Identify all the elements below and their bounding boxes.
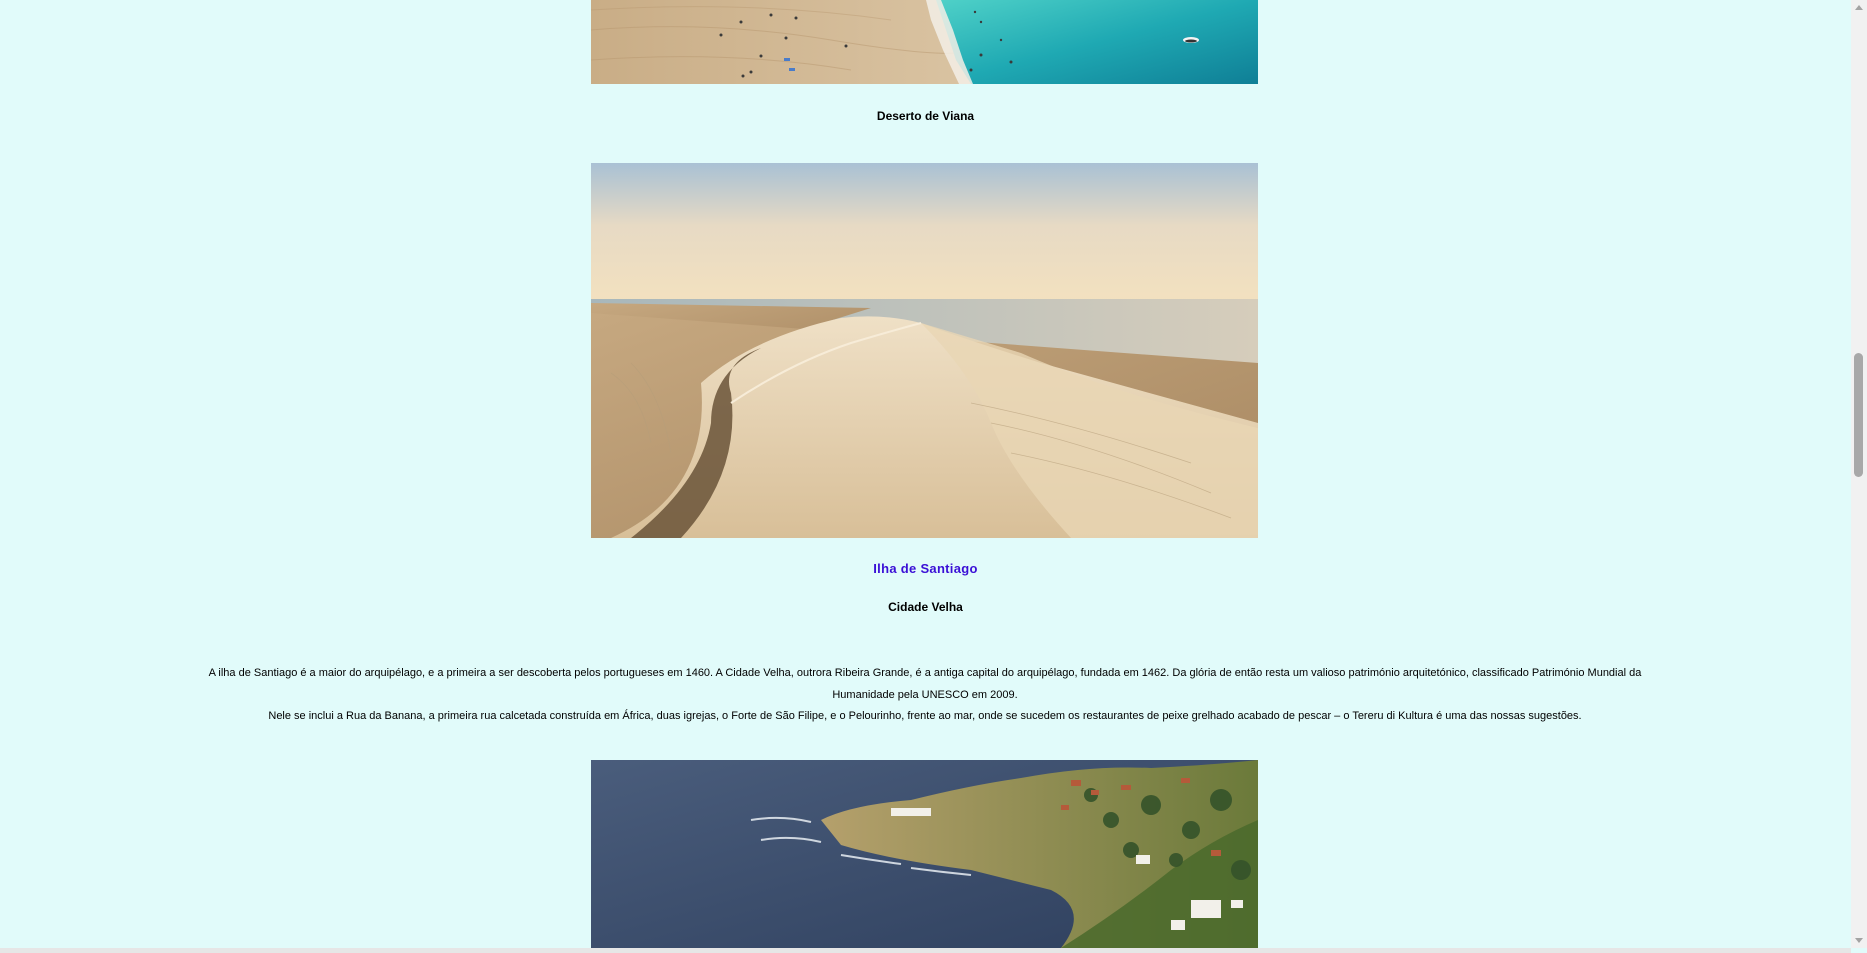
caption-deserto-de-viana: Deserto de Viana: [876, 109, 975, 123]
description-paragraph-1: A ilha de Santiago é a maior do arquipél…: [208, 667, 1642, 701]
coast-photo: [591, 760, 1258, 948]
dune-photo: [591, 163, 1258, 538]
coast-image: [591, 760, 1258, 948]
scroll-down-arrow-icon[interactable]: [1851, 932, 1867, 948]
island-santiago-label[interactable]: Ilha de Santiago: [873, 561, 977, 576]
horizontal-scrollbar-track: [0, 948, 1851, 953]
vertical-scrollbar[interactable]: [1851, 0, 1867, 948]
beach-image: [591, 0, 1258, 84]
page-viewport: Deserto de Viana Ilha de Santiago Cidade…: [0, 0, 1851, 948]
dune-image: [591, 163, 1258, 538]
santiago-description: A ilha de Santiago é a maior do arquipél…: [180, 663, 1670, 728]
description-paragraph-2: Nele se inclui a Rua da Banana, a primei…: [268, 710, 1582, 722]
beach-photo: [591, 0, 1258, 84]
island-santiago-link[interactable]: Ilha de Santiago: [0, 561, 1851, 576]
scroll-up-arrow-icon[interactable]: [1851, 0, 1867, 16]
scrollbar-thumb[interactable]: [1854, 353, 1863, 477]
caption-cidade-velha: Cidade Velha: [888, 600, 963, 614]
